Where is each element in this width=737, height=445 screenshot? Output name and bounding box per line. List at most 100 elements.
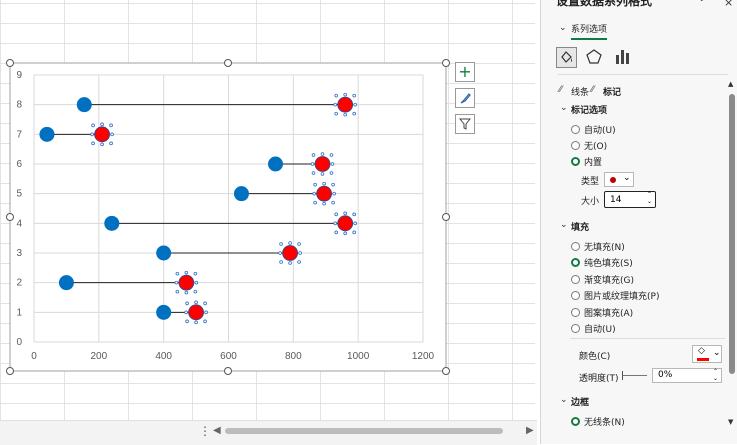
radio-gradient-fill-label: 渐变填充(G) xyxy=(584,276,634,286)
section-fill[interactable]: 填充 xyxy=(571,220,589,233)
chevron-down-icon[interactable]: ⌄ xyxy=(560,220,568,230)
selection-handle xyxy=(331,182,335,187)
pane-options-icon[interactable]: ⌄ xyxy=(698,0,706,4)
radio-builtin[interactable] xyxy=(571,157,580,166)
split-handle[interactable]: ⋮ xyxy=(199,424,211,438)
pane-scroll-thumb[interactable] xyxy=(729,94,735,374)
effects-tab[interactable] xyxy=(585,47,606,68)
selection-handle xyxy=(343,211,348,216)
chevron-down-icon[interactable]: ⌄ xyxy=(560,103,568,113)
radio-none[interactable] xyxy=(571,141,580,150)
selection-handle xyxy=(329,171,334,175)
section-border[interactable]: 边框 xyxy=(571,395,589,408)
horizontal-scroll-thumb[interactable] xyxy=(225,428,503,434)
selection-handle xyxy=(203,319,207,324)
tab-marker[interactable]: 标记 xyxy=(603,85,621,98)
radio-no-line[interactable] xyxy=(571,417,580,426)
chart-resize-handle[interactable] xyxy=(6,213,14,221)
selection-handle xyxy=(110,132,114,137)
series-options-tab[interactable] xyxy=(613,47,634,68)
data-point-blue xyxy=(156,245,172,261)
transparency-label: 透明度(T) xyxy=(579,374,619,384)
size-label: 大小 xyxy=(581,197,600,207)
chart-resize-handle[interactable] xyxy=(442,59,450,67)
transparency-value: 0% xyxy=(658,370,673,380)
chevron-down-icon: ⌄ xyxy=(559,23,567,33)
slider-handle[interactable] xyxy=(622,371,623,380)
chart-resize-handle[interactable] xyxy=(6,59,14,67)
radio-no-fill-label: 无填充(N) xyxy=(584,243,625,253)
chevron-down-icon[interactable]: ⌄ xyxy=(560,395,568,405)
radio-auto[interactable] xyxy=(571,125,580,134)
chart-resize-handle[interactable] xyxy=(442,213,450,221)
tab-line[interactable]: 线条 xyxy=(571,85,589,98)
color-swatch xyxy=(697,358,709,361)
section-marker-options[interactable]: 标记选项 xyxy=(571,103,607,116)
radio-gradient-fill[interactable] xyxy=(571,275,580,284)
selection-handle xyxy=(333,221,338,226)
selection-handle xyxy=(100,142,104,147)
size-value: 14 xyxy=(610,195,622,205)
data-point-red xyxy=(337,96,354,113)
selection-handle xyxy=(352,93,357,98)
scroll-up-arrow[interactable]: ▲ xyxy=(728,80,733,88)
spin-arrows-icon[interactable]: ⌃ ⌄ xyxy=(647,191,652,205)
spreadsheet-grid[interactable]: 0 200 400 600 800 1000 1200 0 1 2 3 4 5 6 7 8 9 + xyxy=(0,0,535,420)
radio-picture-fill[interactable] xyxy=(571,291,580,300)
scroll-right-arrow[interactable]: ▶ xyxy=(526,425,534,436)
selection-handle xyxy=(184,290,189,295)
chart-filters-button[interactable] xyxy=(455,114,475,134)
paint-bucket-icon: ◇ xyxy=(698,346,705,356)
chart-resize-handle[interactable] xyxy=(224,59,232,67)
y-tick-label: 7 xyxy=(16,129,22,140)
selection-handle xyxy=(310,162,315,166)
scroll-down-arrow[interactable]: ▼ xyxy=(728,418,733,426)
spin-arrows-icon[interactable]: ⌃ ⌄ xyxy=(713,368,718,382)
marker-type-dropdown[interactable]: ⌄ xyxy=(604,172,634,187)
chevron-down-icon: ⌄ xyxy=(713,348,721,358)
selection-handle xyxy=(91,123,95,128)
y-tick-label: 8 xyxy=(16,100,22,111)
selection-handle xyxy=(193,271,198,276)
selection-handle xyxy=(100,122,104,127)
chart-resize-handle[interactable] xyxy=(442,367,450,375)
chevron-down-icon: ⌄ xyxy=(623,173,631,183)
selection-handle xyxy=(311,153,316,157)
selection-handle xyxy=(184,310,188,315)
selection-handle xyxy=(185,319,189,324)
radio-solid-fill[interactable] xyxy=(571,258,580,267)
selection-handle xyxy=(184,270,189,275)
selection-handle xyxy=(322,181,326,186)
chart-resize-handle[interactable] xyxy=(6,367,14,375)
selection-handle xyxy=(90,132,94,137)
chart-resize-handle[interactable] xyxy=(224,367,232,375)
pane-title: 设置数据系列格式 xyxy=(556,0,653,8)
selection-handle xyxy=(204,310,208,315)
fill-line-tab[interactable] xyxy=(556,47,577,68)
fill-color-button[interactable]: ◇ ⌄ xyxy=(692,345,722,363)
y-tick-label: 1 xyxy=(16,307,22,318)
selection-handle xyxy=(185,301,189,306)
scroll-left-arrow[interactable]: ◀ xyxy=(213,425,221,436)
transparency-input[interactable]: 0% ⌃ ⌄ xyxy=(652,368,722,383)
size-spinner[interactable]: 14 ⌃ ⌄ xyxy=(604,191,656,208)
marker-swatch-icon xyxy=(610,177,616,183)
radio-no-fill[interactable] xyxy=(571,242,580,251)
chart-styles-button[interactable] xyxy=(455,88,475,108)
tab-series-options[interactable]: 系列选项 xyxy=(571,22,608,40)
chart-elements-button[interactable]: + xyxy=(455,62,475,82)
selection-handle xyxy=(109,123,113,128)
selection-handle xyxy=(353,102,358,107)
close-icon[interactable]: × xyxy=(724,0,733,9)
paint-bucket-icon xyxy=(561,51,572,63)
data-point-red xyxy=(282,245,298,261)
radio-auto-fill[interactable] xyxy=(571,324,580,333)
plus-icon: + xyxy=(458,62,472,81)
transparency-slider[interactable] xyxy=(622,371,647,380)
selection-handle xyxy=(352,212,357,217)
selection-handle xyxy=(334,212,339,217)
radio-pattern-fill[interactable] xyxy=(571,308,580,317)
selection-handle xyxy=(288,261,292,265)
selection-handle xyxy=(298,251,302,255)
x-tick-label: 200 xyxy=(90,351,107,362)
